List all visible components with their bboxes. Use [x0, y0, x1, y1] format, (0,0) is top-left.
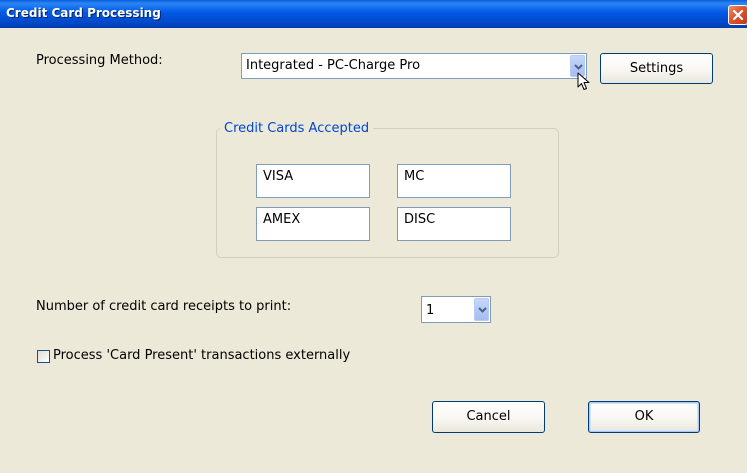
credit-card-processing-dialog: Credit Card Processing Processing Method… [0, 0, 747, 473]
window-title: Credit Card Processing [6, 6, 161, 20]
ok-button[interactable]: OK [588, 401, 700, 433]
settings-button[interactable]: Settings [600, 53, 713, 84]
receipts-count-select[interactable]: 1 [421, 296, 491, 323]
card-present-label[interactable]: Process 'Card Present' transactions exte… [53, 348, 350, 363]
card-present-checkbox[interactable] [37, 350, 50, 363]
close-button[interactable] [728, 5, 747, 25]
card-type-label: DISC [404, 212, 436, 227]
card-type-field-disc[interactable]: DISC [397, 207, 511, 241]
title-bar[interactable]: Credit Card Processing [0, 0, 747, 28]
chevron-down-icon [574, 64, 583, 70]
processing-method-value: Integrated - PC-Charge Pro [246, 58, 421, 73]
card-type-label: AMEX [263, 212, 301, 227]
close-icon [732, 9, 744, 21]
card-type-label: MC [404, 169, 425, 184]
card-type-field-visa[interactable]: VISA [256, 164, 370, 198]
receipts-count-dropdown-button[interactable] [474, 298, 489, 321]
card-type-label: VISA [263, 169, 294, 184]
card-type-field-mc[interactable]: MC [397, 164, 511, 198]
receipts-count-label: Number of credit card receipts to print: [36, 299, 292, 314]
credit-cards-group-title: Credit Cards Accepted [220, 120, 374, 137]
cancel-button[interactable]: Cancel [432, 401, 545, 433]
mouse-pointer-icon [577, 72, 590, 90]
processing-method-select[interactable]: Integrated - PC-Charge Pro [241, 53, 587, 79]
receipts-count-value: 1 [426, 303, 435, 318]
processing-method-label: Processing Method: [36, 53, 163, 68]
chevron-down-icon [478, 307, 487, 313]
card-type-field-amex[interactable]: AMEX [256, 207, 370, 241]
